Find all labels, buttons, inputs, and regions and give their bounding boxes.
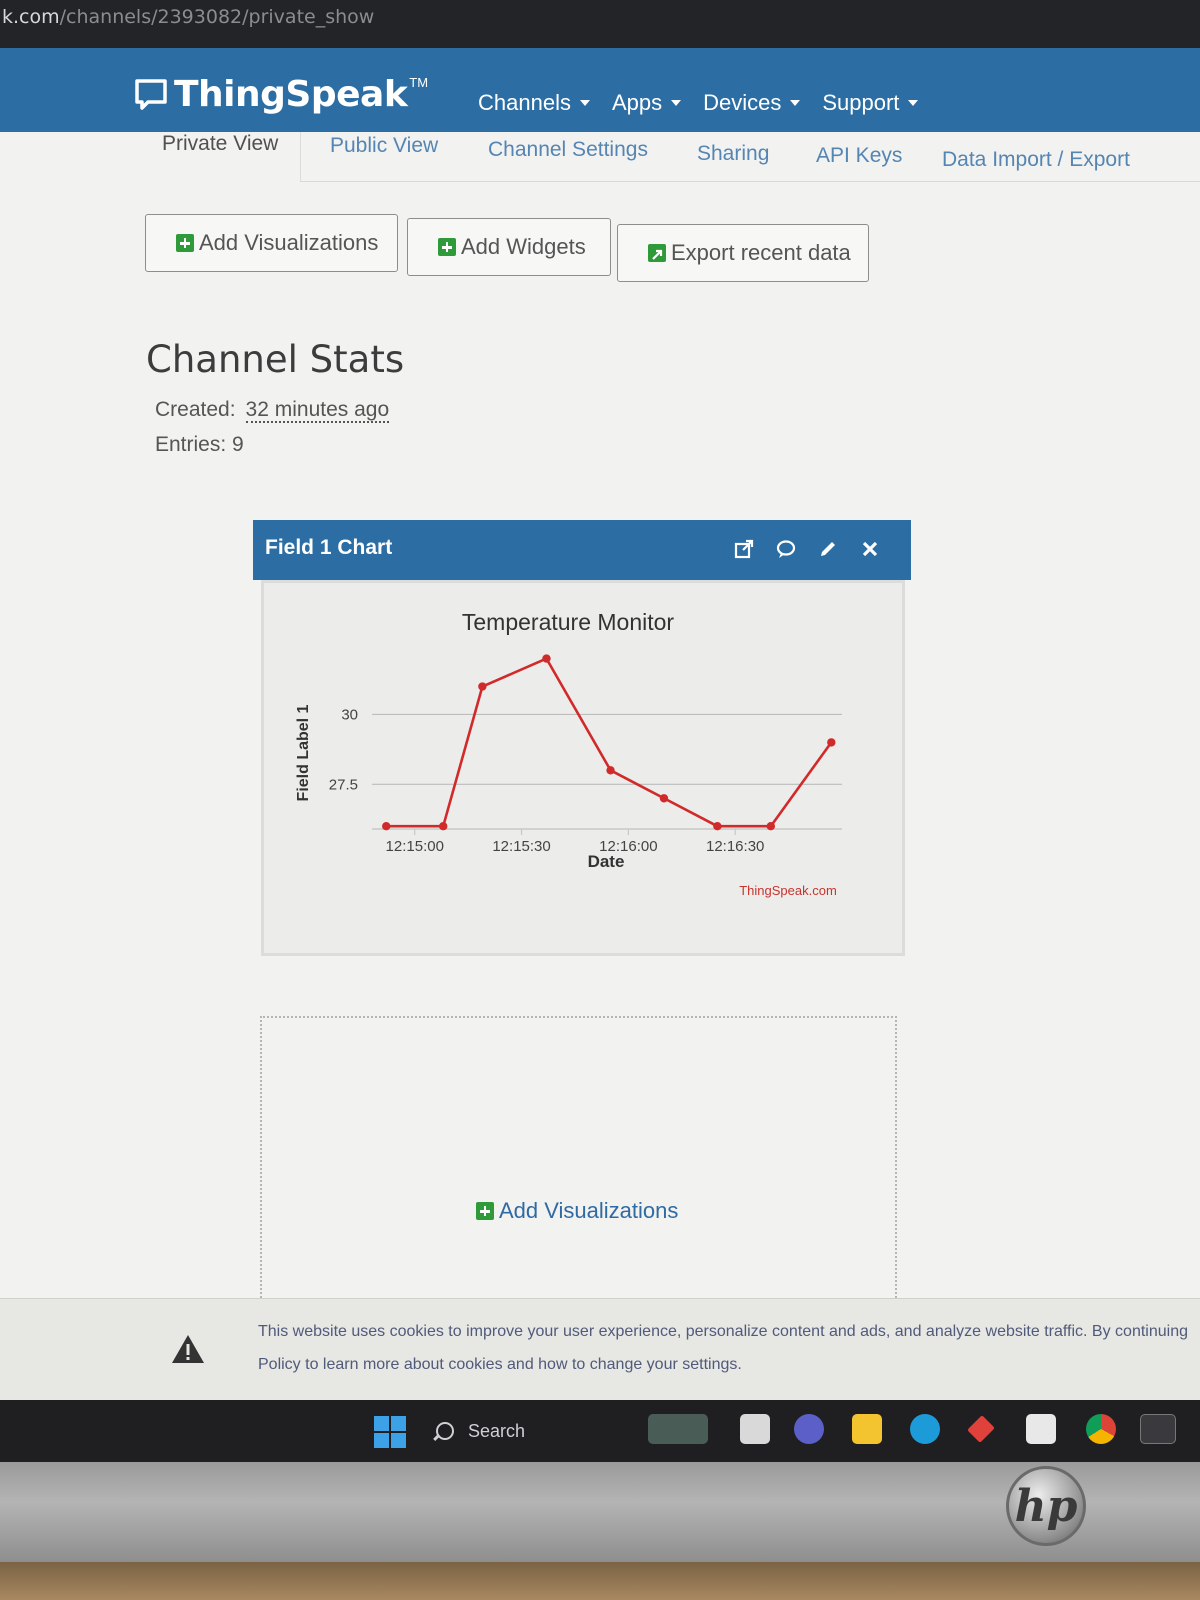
data-point[interactable] bbox=[382, 822, 391, 831]
tab-api-keys[interactable]: API Keys bbox=[816, 144, 902, 168]
data-point[interactable] bbox=[542, 654, 551, 663]
add-widgets-label: Add Widgets bbox=[461, 234, 586, 259]
caret-down-icon bbox=[579, 100, 590, 106]
windows-start-icon[interactable] bbox=[374, 1416, 406, 1448]
created-stat: Created: 32 minutes ago bbox=[155, 398, 390, 423]
url-text[interactable]: k.com/channels/2393082/private_show bbox=[2, 6, 374, 28]
nav-devices[interactable]: Devices bbox=[703, 90, 801, 116]
teams-chat-icon[interactable] bbox=[794, 1414, 824, 1444]
taskbar-search[interactable]: Search bbox=[436, 1414, 525, 1448]
windows-taskbar: Search bbox=[0, 1400, 1200, 1462]
task-view-icon[interactable] bbox=[740, 1414, 770, 1444]
export-recent-data-label: Export recent data bbox=[671, 240, 851, 265]
widget-icons bbox=[733, 538, 881, 560]
data-point[interactable] bbox=[713, 822, 722, 831]
close-icon[interactable] bbox=[859, 538, 881, 560]
channel-tabs: Private View Public View Channel Setting… bbox=[140, 132, 1200, 182]
tab-data-import-export[interactable]: Data Import / Export bbox=[942, 148, 1130, 172]
export-icon bbox=[648, 244, 666, 262]
pencil-icon[interactable] bbox=[817, 538, 839, 560]
brand-trademark: TM bbox=[409, 75, 429, 90]
x-tick-label: 12:15:30 bbox=[492, 838, 550, 855]
desk-surface bbox=[0, 1562, 1200, 1600]
created-value: 32 minutes ago bbox=[245, 398, 390, 423]
tab-private-view[interactable]: Private View bbox=[140, 132, 302, 182]
widget-title: Field 1 Chart bbox=[265, 536, 393, 559]
data-point[interactable] bbox=[606, 766, 615, 775]
nav-devices-label: Devices bbox=[703, 90, 782, 115]
chart-container: Temperature Monitor Field Label 1 Date T… bbox=[261, 580, 905, 956]
plus-icon bbox=[176, 234, 194, 252]
caret-down-icon bbox=[790, 100, 801, 106]
add-visualizations-link-label: Add Visualizations bbox=[499, 1198, 679, 1223]
caret-down-icon bbox=[671, 100, 682, 106]
series-line bbox=[386, 657, 833, 828]
cookie-text: This website uses cookies to improve you… bbox=[258, 1315, 1198, 1381]
y-tick-label: 27.5 bbox=[329, 776, 358, 793]
x-tick-label: 12:16:30 bbox=[706, 838, 764, 855]
data-point[interactable] bbox=[827, 738, 836, 747]
export-recent-data-button[interactable]: Export recent data bbox=[617, 224, 869, 282]
x-tick-label: 12:16:00 bbox=[599, 838, 657, 855]
nav-apps[interactable]: Apps bbox=[611, 90, 682, 116]
caret-down-icon bbox=[908, 100, 919, 106]
nav-channels-label: Channels bbox=[478, 90, 571, 115]
nav-apps-label: Apps bbox=[611, 90, 663, 115]
temperature-chart[interactable]: Temperature Monitor Field Label 1 Date T… bbox=[264, 583, 902, 953]
tab-channel-settings[interactable]: Channel Settings bbox=[488, 138, 648, 162]
file-explorer-icon[interactable] bbox=[852, 1414, 882, 1444]
empty-visualization-slot bbox=[260, 1016, 897, 1306]
thingspeak-credit[interactable]: ThingSpeak.com bbox=[739, 883, 837, 898]
y-tick-label: 30 bbox=[341, 706, 358, 723]
field-1-chart-widget: Field 1 Chart Temperature Monitor Field … bbox=[253, 520, 911, 960]
warning-icon bbox=[172, 1335, 204, 1363]
browser-url-bar[interactable]: k.com/channels/2393082/private_show bbox=[0, 0, 1200, 48]
terminal-icon[interactable] bbox=[1140, 1414, 1176, 1444]
chrome-icon[interactable] bbox=[1086, 1414, 1116, 1444]
tab-sharing[interactable]: Sharing bbox=[697, 142, 769, 166]
add-visualizations-link[interactable]: Add Visualizations bbox=[476, 1198, 678, 1224]
data-point[interactable] bbox=[478, 682, 487, 691]
microsoft-store-icon[interactable] bbox=[1026, 1414, 1056, 1444]
tab-public-view[interactable]: Public View bbox=[330, 134, 438, 158]
edge-browser-icon[interactable] bbox=[910, 1414, 940, 1444]
nav-channels[interactable]: Channels bbox=[478, 90, 590, 116]
nav-menu: Channels Apps Devices Support bbox=[478, 90, 919, 116]
add-visualizations-label: Add Visualizations bbox=[199, 230, 379, 255]
app-icon[interactable] bbox=[967, 1415, 995, 1443]
chat-bubble-logo-icon bbox=[135, 78, 167, 110]
cookie-notice: This website uses cookies to improve you… bbox=[0, 1298, 1200, 1400]
page: ThingSpeak TM Channels Apps Devices Supp… bbox=[0, 48, 1200, 1400]
plus-icon bbox=[476, 1202, 494, 1220]
top-navbar: ThingSpeak TM Channels Apps Devices Supp… bbox=[0, 48, 1200, 132]
created-label: Created: bbox=[155, 398, 236, 421]
add-visualizations-button[interactable]: Add Visualizations bbox=[145, 214, 398, 272]
brand-name: ThingSpeak bbox=[174, 74, 408, 115]
url-path: /channels/2393082/private_show bbox=[59, 6, 375, 28]
channel-stats-title: Channel Stats bbox=[146, 338, 405, 381]
chart-title: Temperature Monitor bbox=[462, 609, 675, 635]
data-point[interactable] bbox=[439, 822, 448, 831]
plus-icon bbox=[438, 238, 456, 256]
thingspeak-logo[interactable]: ThingSpeak TM bbox=[134, 74, 428, 115]
widgets-icon[interactable] bbox=[648, 1414, 708, 1444]
nav-support-label: Support bbox=[822, 90, 900, 115]
taskbar-search-label: Search bbox=[468, 1420, 526, 1441]
entries-stat: Entries: 9 bbox=[155, 433, 244, 456]
add-widgets-button[interactable]: Add Widgets bbox=[407, 218, 611, 276]
external-link-icon[interactable] bbox=[733, 538, 755, 560]
x-tick-label: 12:15:00 bbox=[386, 838, 444, 855]
y-axis-label: Field Label 1 bbox=[295, 704, 312, 801]
hp-logo: hp bbox=[1006, 1466, 1086, 1546]
url-host: k.com bbox=[2, 6, 60, 28]
nav-support[interactable]: Support bbox=[822, 90, 919, 116]
hp-logo-text: hp bbox=[1014, 1480, 1078, 1532]
cookie-text-line-1: This website uses cookies to improve you… bbox=[258, 1323, 1188, 1340]
cookie-text-line-2[interactable]: Policy to learn more about cookies and h… bbox=[258, 1348, 1198, 1381]
widget-header: Field 1 Chart bbox=[253, 520, 911, 580]
data-point[interactable] bbox=[659, 794, 669, 803]
data-point[interactable] bbox=[766, 822, 775, 831]
search-icon bbox=[436, 1422, 454, 1440]
comment-icon[interactable] bbox=[775, 538, 797, 560]
